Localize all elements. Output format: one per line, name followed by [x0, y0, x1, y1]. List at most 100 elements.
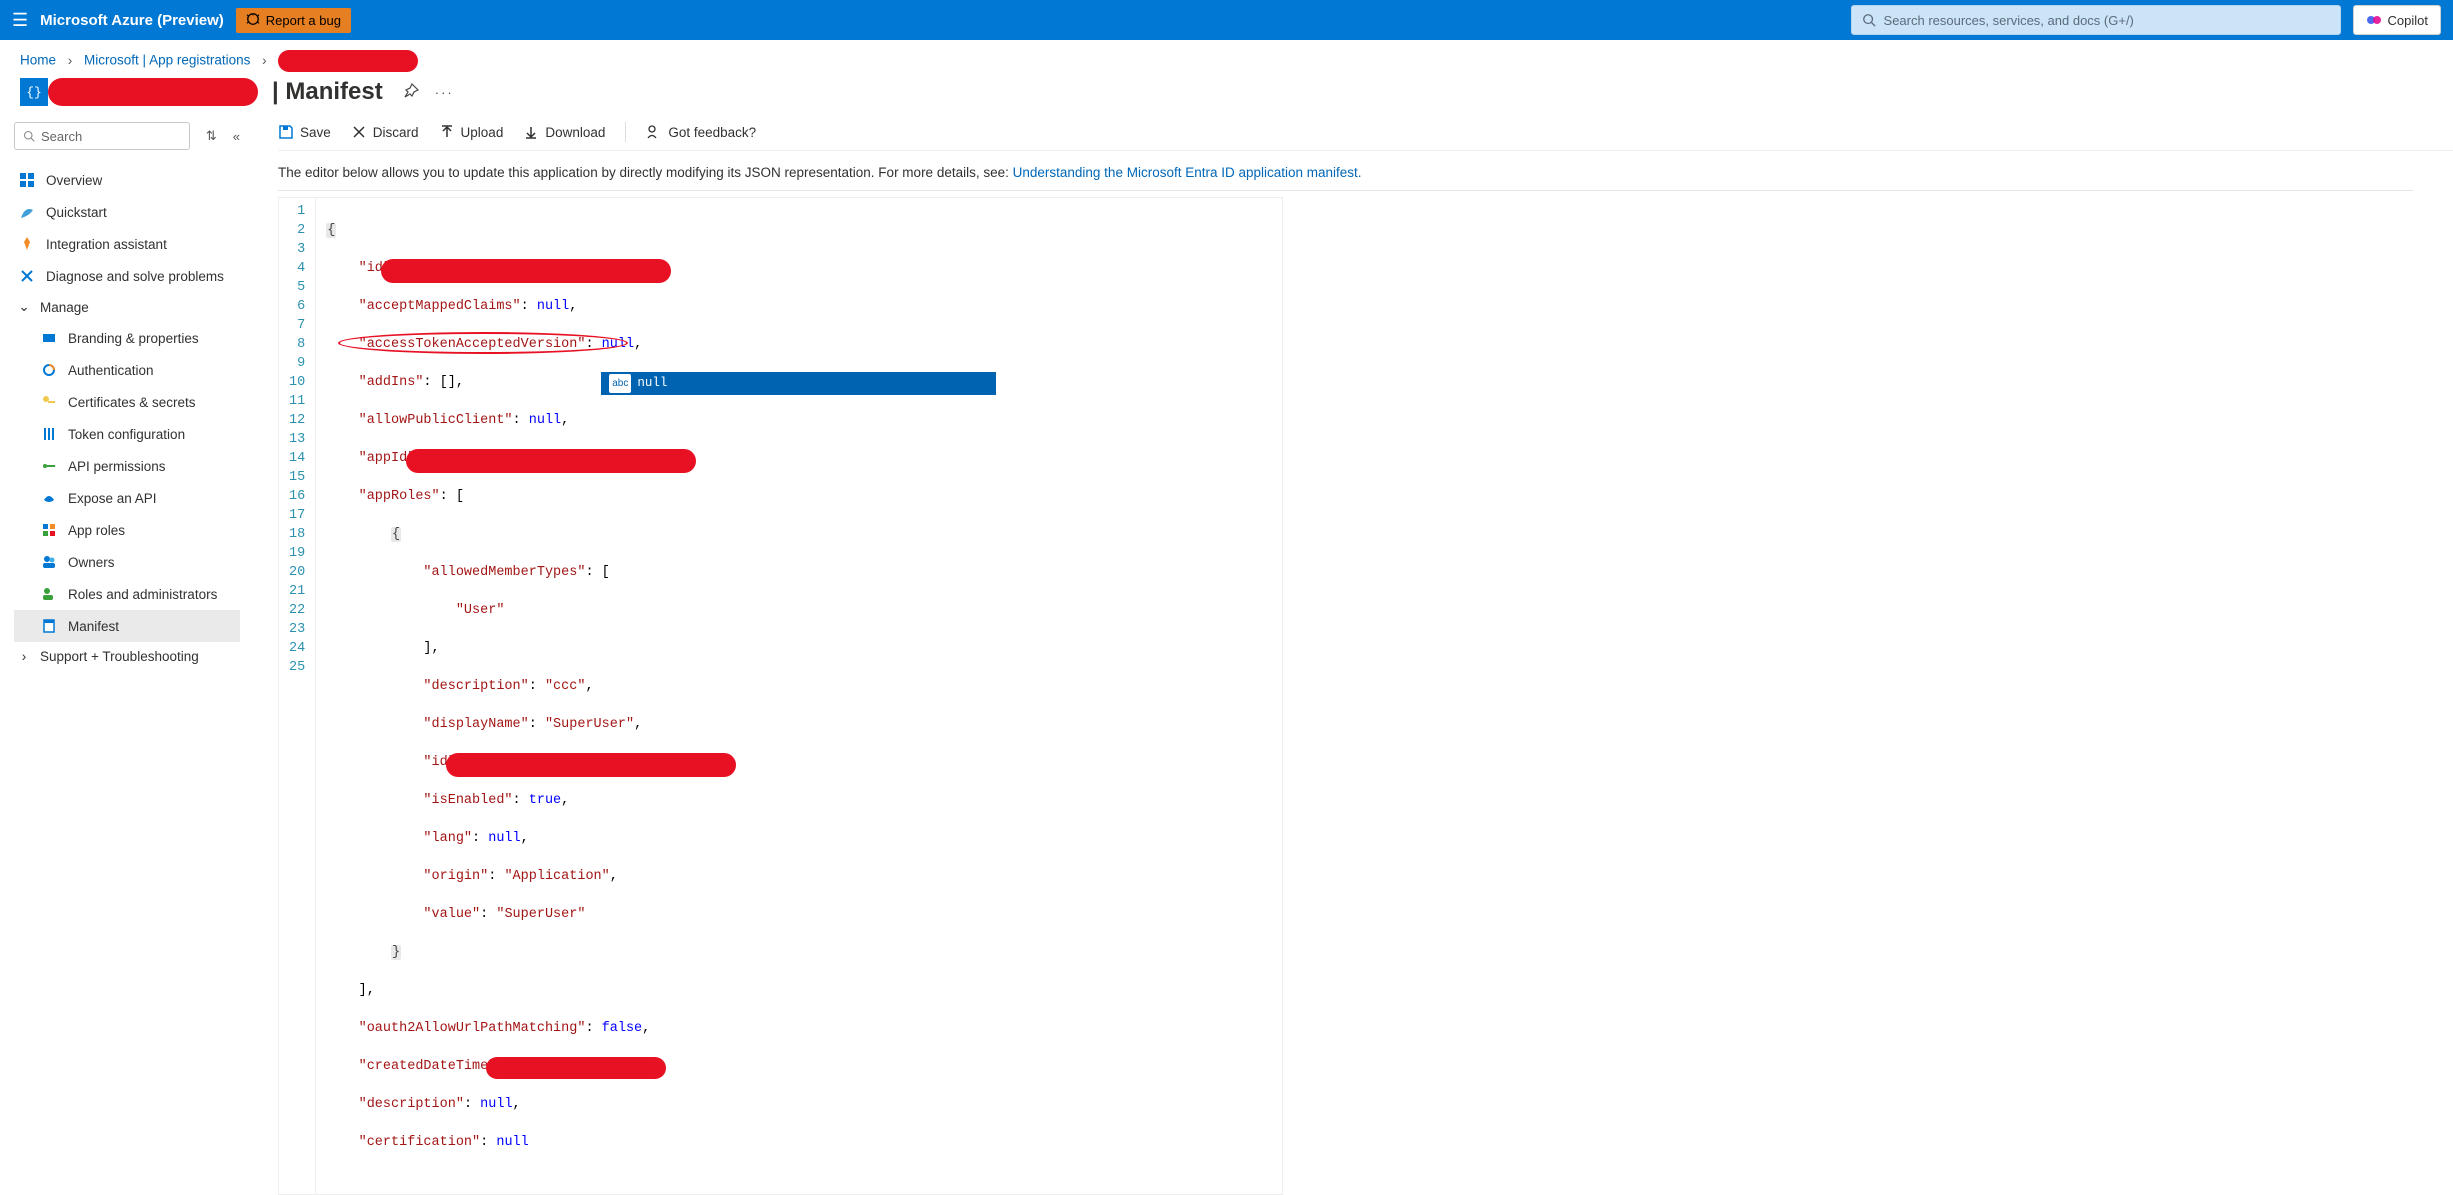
report-bug-label: Report a bug: [266, 13, 341, 28]
apiperm-icon: [40, 457, 58, 475]
sidebar-item-token[interactable]: Token configuration: [14, 418, 240, 450]
feedback-button[interactable]: Got feedback?: [646, 124, 756, 140]
diagnose-icon: [18, 267, 36, 285]
sidebar-item-label: App roles: [68, 523, 125, 538]
page-title: | Manifest: [272, 78, 383, 106]
download-label: Download: [545, 125, 605, 140]
sidebar-item-manifest[interactable]: Manifest: [14, 610, 240, 642]
upload-label: Upload: [461, 125, 504, 140]
content-panel: Save Discard Upload Download Got feedbac…: [250, 116, 2453, 1195]
sidebar-item-label: Manifest: [68, 619, 119, 634]
upload-button[interactable]: Upload: [439, 124, 504, 140]
sidebar-item-quickstart[interactable]: Quickstart: [14, 196, 240, 228]
page-title-row: {} | Manifest ···: [0, 74, 2453, 116]
sidebar-item-label: Token configuration: [68, 427, 185, 442]
description-text: The editor below allows you to update th…: [278, 151, 2453, 190]
search-placeholder: Search resources, services, and docs (G+…: [1884, 13, 2134, 28]
sidebar: Search ⇅ « Overview Quickstart Integrati…: [0, 116, 250, 1195]
sidebar-item-approles[interactable]: App roles: [14, 514, 240, 546]
divider: [625, 122, 626, 142]
app-name-redacted: [48, 78, 258, 106]
code-area[interactable]: { "id" "acceptMappedClaims": null, "acce…: [316, 198, 650, 1194]
manifest-icon: {}: [20, 78, 48, 106]
sidebar-item-label: API permissions: [68, 459, 166, 474]
expose-icon: [40, 489, 58, 507]
sidebar-item-expose[interactable]: Expose an API: [14, 482, 240, 514]
sidebar-item-diagnose[interactable]: Diagnose and solve problems: [14, 260, 240, 292]
description-link[interactable]: Understanding the Microsoft Entra ID app…: [1013, 165, 1362, 180]
pin-icon[interactable]: [403, 83, 419, 102]
bug-icon: [246, 12, 260, 29]
discard-button[interactable]: Discard: [351, 124, 419, 140]
quickstart-icon: [18, 203, 36, 221]
sidebar-sort-icon[interactable]: ⇅: [206, 128, 217, 144]
overview-icon: [18, 171, 36, 189]
save-button[interactable]: Save: [278, 124, 331, 140]
sidebar-item-label: Authentication: [68, 363, 154, 378]
sidebar-item-label: Branding & properties: [68, 331, 199, 346]
save-icon: [278, 124, 294, 140]
roles-icon: [40, 585, 58, 603]
redacted-roleid: [446, 753, 736, 777]
sidebar-item-label: Certificates & secrets: [68, 395, 196, 410]
crumb-sep: ›: [262, 53, 267, 68]
command-bar: Save Discard Upload Download Got feedbac…: [278, 116, 2453, 151]
breadcrumb: Home › Microsoft | App registrations ›: [0, 40, 2453, 74]
sidebar-item-label: Integration assistant: [46, 237, 167, 252]
search-icon: [23, 130, 35, 142]
branding-icon: [40, 329, 58, 347]
crumb-current-redacted: [278, 50, 418, 72]
crumb-home[interactable]: Home: [20, 53, 56, 68]
crumb-sep: ›: [68, 53, 73, 68]
sidebar-group-manage[interactable]: ⌄ Manage: [14, 292, 240, 322]
sidebar-item-apiperm[interactable]: API permissions: [14, 450, 240, 482]
download-icon: [523, 124, 539, 140]
token-icon: [40, 425, 58, 443]
sidebar-item-branding[interactable]: Branding & properties: [14, 322, 240, 354]
sidebar-search[interactable]: Search: [14, 122, 190, 150]
sidebar-item-label: Quickstart: [46, 205, 107, 220]
sidebar-item-label: Owners: [68, 555, 115, 570]
save-label: Save: [300, 125, 331, 140]
chevron-right-icon: ›: [18, 649, 30, 664]
report-bug-button[interactable]: Report a bug: [236, 8, 351, 33]
top-bar: ☰ Microsoft Azure (Preview) Report a bug…: [0, 0, 2453, 40]
sidebar-item-owners[interactable]: Owners: [14, 546, 240, 578]
discard-icon: [351, 124, 367, 140]
sidebar-collapse-icon[interactable]: «: [233, 129, 240, 144]
feedback-icon: [646, 124, 662, 140]
sidebar-item-label: Support + Troubleshooting: [40, 649, 199, 664]
sidebar-item-roles[interactable]: Roles and administrators: [14, 578, 240, 610]
approles-icon: [40, 521, 58, 539]
sidebar-item-label: Overview: [46, 173, 102, 188]
hamburger-icon[interactable]: ☰: [12, 10, 28, 31]
sidebar-group-support[interactable]: › Support + Troubleshooting: [14, 642, 240, 671]
more-icon[interactable]: ···: [435, 85, 454, 100]
brand-title: Microsoft Azure (Preview): [40, 12, 224, 29]
download-button[interactable]: Download: [523, 124, 605, 140]
sidebar-item-overview[interactable]: Overview: [14, 164, 240, 196]
sidebar-search-placeholder: Search: [41, 129, 82, 144]
copilot-button[interactable]: Copilot: [2353, 5, 2441, 35]
global-search[interactable]: Search resources, services, and docs (G+…: [1851, 5, 2341, 35]
sidebar-item-certificates[interactable]: Certificates & secrets: [14, 386, 240, 418]
owners-icon: [40, 553, 58, 571]
json-editor[interactable]: 1234567891011121314151617181920212223242…: [278, 197, 1283, 1195]
intellisense-tooltip: abcnull: [601, 372, 996, 395]
rocket-icon: [18, 235, 36, 253]
sidebar-item-integration[interactable]: Integration assistant: [14, 228, 240, 260]
manifest-icon: [40, 617, 58, 635]
copilot-icon: [2366, 12, 2382, 28]
sidebar-item-label: Expose an API: [68, 491, 157, 506]
redacted-created: [486, 1057, 666, 1079]
sidebar-item-label: Roles and administrators: [68, 587, 217, 602]
upload-icon: [439, 124, 455, 140]
key-icon: [40, 393, 58, 411]
sidebar-item-authentication[interactable]: Authentication: [14, 354, 240, 386]
crumb-appreg[interactable]: Microsoft | App registrations: [84, 53, 250, 68]
copilot-label: Copilot: [2388, 13, 2428, 28]
redacted-appid: [406, 449, 696, 473]
discard-label: Discard: [373, 125, 419, 140]
search-icon: [1862, 13, 1876, 27]
feedback-label: Got feedback?: [668, 125, 756, 140]
